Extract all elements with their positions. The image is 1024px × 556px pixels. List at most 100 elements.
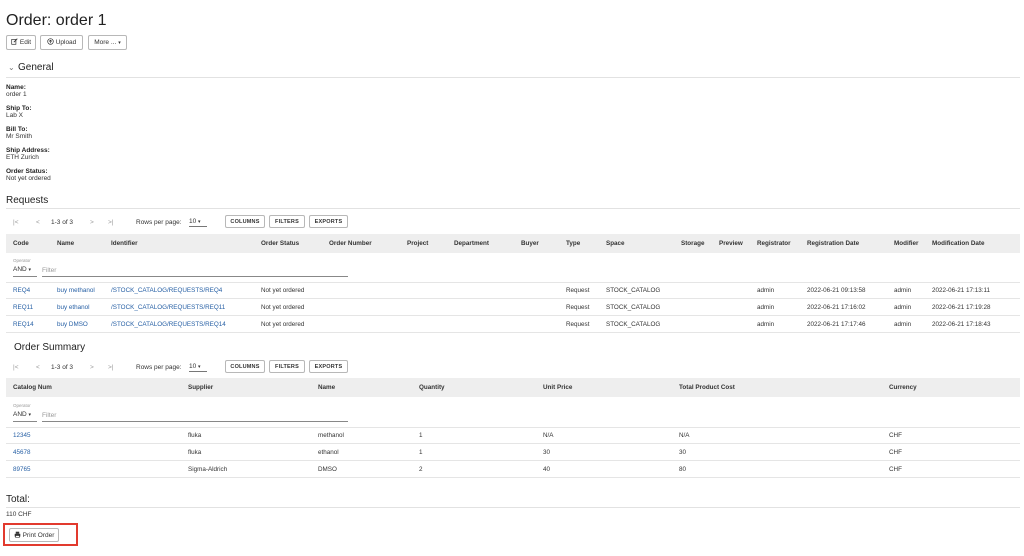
operator-underline — [13, 421, 37, 422]
quantity-cell: 2 — [419, 466, 423, 473]
exports-button[interactable]: EXPORTS — [309, 215, 348, 228]
supplier-cell: Sigma-Aldrich — [188, 466, 228, 473]
request-name-link[interactable]: buy ethanol — [57, 304, 90, 311]
catalog-num-link[interactable]: 12345 — [13, 432, 31, 439]
field-bill-to: Bill To: Mr Smith — [6, 126, 32, 141]
caret-down-icon: ▾ — [198, 364, 201, 370]
column-header[interactable]: Name — [57, 240, 74, 247]
column-header[interactable]: Preview — [719, 240, 743, 247]
unit-price-cell: N/A — [543, 432, 554, 439]
column-header[interactable]: Order Number — [329, 240, 372, 247]
modification-date-cell: 2022-06-21 17:19:28 — [932, 304, 991, 311]
modifier-cell: admin — [894, 304, 912, 311]
last-page-button[interactable]: >| — [108, 364, 113, 371]
space-cell: STOCK_CATALOG — [606, 321, 661, 328]
filter-input[interactable]: Filter — [42, 267, 56, 274]
chevron-down-icon[interactable]: ⌄ — [8, 63, 15, 72]
column-header[interactable]: Project — [407, 240, 428, 247]
next-page-button[interactable]: > — [90, 219, 94, 226]
registrator-cell: admin — [757, 321, 775, 328]
exports-button[interactable]: EXPORTS — [309, 360, 348, 373]
column-header[interactable]: Quantity — [419, 384, 445, 391]
first-page-button[interactable]: |< — [13, 364, 18, 371]
edit-icon — [11, 38, 18, 47]
registration-date-cell: 2022-06-21 09:13:58 — [807, 287, 866, 294]
operator-underline — [13, 276, 37, 277]
pagination-count: 1-3 of 3 — [51, 219, 74, 226]
column-header[interactable]: Registration Date — [807, 240, 859, 247]
total-cost-cell: 30 — [679, 449, 687, 456]
upload-label: Upload — [55, 39, 77, 46]
last-page-button[interactable]: >| — [108, 219, 113, 226]
print-order-label: Print Order — [22, 531, 55, 539]
column-header[interactable]: Buyer — [521, 240, 539, 247]
more-button[interactable]: More ... ▾ — [88, 35, 127, 50]
order-status-cell: Not yet ordered — [261, 321, 305, 328]
caret-down-icon: ▾ — [28, 412, 32, 418]
column-header[interactable]: Space — [606, 240, 625, 247]
caret-down-icon: ▾ — [198, 219, 201, 225]
requests-table-header: Code Name Identifier Order Status Order … — [6, 234, 1020, 253]
row-divider — [6, 315, 1020, 316]
filter-input[interactable]: Filter — [42, 412, 56, 419]
column-header[interactable]: Order Status — [261, 240, 299, 247]
supplier-cell: fluka — [188, 432, 202, 439]
field-ship-to: Ship To: Lab X — [6, 105, 32, 120]
filters-button[interactable]: FILTERS — [269, 215, 305, 228]
row-divider — [6, 443, 1020, 444]
column-header[interactable]: Total Product Cost — [679, 384, 735, 391]
column-header[interactable]: Type — [566, 240, 580, 247]
field-ship-address: Ship Address: ETH Zurich — [6, 147, 50, 162]
requests-title: Requests — [6, 195, 49, 206]
total-cost-cell: N/A — [679, 432, 690, 439]
rows-per-page-select[interactable]: 10 ▾ — [189, 363, 207, 372]
upload-button[interactable]: Upload — [40, 35, 83, 50]
prev-page-button[interactable]: < — [36, 364, 40, 371]
row-divider — [6, 427, 1020, 428]
filters-button[interactable]: FILTERS — [269, 360, 305, 373]
edit-button[interactable]: Edit — [6, 35, 36, 50]
request-identifier-link[interactable]: /STOCK_CATALOG/REQUESTS/REQ11 — [111, 304, 225, 311]
request-code-link[interactable]: REQ4 — [13, 287, 30, 294]
catalog-num-link[interactable]: 45678 — [13, 449, 31, 456]
request-name-link[interactable]: buy DMSO — [57, 321, 88, 328]
column-header[interactable]: Modification Date — [932, 240, 984, 247]
upload-icon — [47, 38, 54, 47]
column-header[interactable]: Name — [318, 384, 335, 391]
first-page-button[interactable]: |< — [13, 219, 18, 226]
print-order-button[interactable]: Print Order — [9, 528, 59, 542]
column-header[interactable]: Modifier — [894, 240, 919, 247]
name-cell: DMSO — [318, 466, 337, 473]
quantity-cell: 1 — [419, 449, 423, 456]
column-header[interactable]: Unit Price — [543, 384, 572, 391]
column-header[interactable]: Identifier — [111, 240, 138, 247]
column-header[interactable]: Supplier — [188, 384, 213, 391]
rows-per-page-select[interactable]: 10 ▾ — [189, 218, 207, 227]
type-cell: Request — [566, 321, 590, 328]
operator-select[interactable]: AND ▾ — [13, 266, 31, 273]
catalog-num-link[interactable]: 89765 — [13, 466, 31, 473]
operator-select[interactable]: AND ▾ — [13, 411, 31, 418]
request-identifier-link[interactable]: /STOCK_CATALOG/REQUESTS/REQ4 — [111, 287, 222, 294]
column-header[interactable]: Department — [454, 240, 489, 247]
request-code-link[interactable]: REQ11 — [13, 304, 33, 311]
general-section-title[interactable]: General — [18, 62, 54, 73]
next-page-button[interactable]: > — [90, 364, 94, 371]
column-header[interactable]: Code — [13, 240, 29, 247]
column-header[interactable]: Storage — [681, 240, 704, 247]
request-identifier-link[interactable]: /STOCK_CATALOG/REQUESTS/REQ14 — [111, 321, 226, 328]
column-header[interactable]: Currency — [889, 384, 917, 391]
request-code-link[interactable]: REQ14 — [13, 321, 34, 328]
request-name-link[interactable]: buy methanol — [57, 287, 95, 294]
column-header[interactable]: Registrator — [757, 240, 791, 247]
modification-date-cell: 2022-06-21 17:13:11 — [932, 287, 991, 294]
columns-button[interactable]: COLUMNS — [225, 360, 265, 373]
columns-button[interactable]: COLUMNS — [225, 215, 265, 228]
column-header[interactable]: Catalog Num — [13, 384, 52, 391]
prev-page-button[interactable]: < — [36, 219, 40, 226]
rows-per-page-label: Rows per page: — [136, 364, 182, 371]
pagination-count: 1-3 of 3 — [51, 364, 74, 371]
registration-date-cell: 2022-06-21 17:17:46 — [807, 321, 866, 328]
filter-underline — [42, 276, 348, 277]
space-cell: STOCK_CATALOG — [606, 287, 661, 294]
